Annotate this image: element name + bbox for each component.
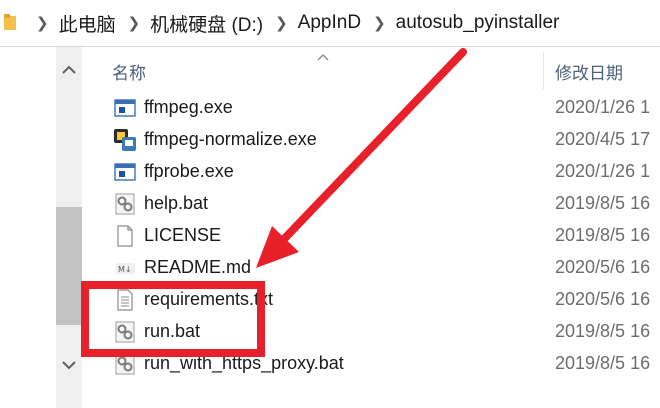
file-name: run.bat xyxy=(144,321,201,341)
scroll-down-button[interactable] xyxy=(56,350,82,380)
file-date: 2019/8/5 16 xyxy=(555,225,651,245)
chevron-right-icon[interactable]: ❯ xyxy=(373,14,386,32)
file-row[interactable]: ffmpeg.exe 2020/1/26 1 xyxy=(100,92,660,124)
breadcrumb-drive-d[interactable]: 机械硬盘 (D:) xyxy=(150,10,263,37)
file-date: 2020/4/5 17 xyxy=(555,129,651,149)
scroll-thumb[interactable] xyxy=(56,207,82,325)
file-date: 2020/1/26 1 xyxy=(555,161,651,181)
chevron-right-icon[interactable]: ❯ xyxy=(275,14,288,32)
python-exe-icon xyxy=(114,129,136,151)
file-row[interactable]: run.bat 2019/8/5 16 xyxy=(100,316,660,348)
text-file-icon xyxy=(117,289,133,311)
sort-ascending-icon xyxy=(317,54,329,61)
exe-window-icon xyxy=(114,163,136,181)
breadcrumb-autosub-pyinstaller[interactable]: autosub_pyinstaller xyxy=(396,12,560,34)
file-name: help.bat xyxy=(144,193,209,213)
file-row[interactable]: help.bat 2019/8/5 16 xyxy=(100,188,660,220)
address-bar[interactable]: ❯ 此电脑 ❯ 机械硬盘 (D:) ❯ AppInD ❯ autosub_pyi… xyxy=(0,0,660,47)
chevron-down-icon xyxy=(62,361,76,370)
file-row[interactable]: ffmpeg-normalize.exe 2020/4/5 17 xyxy=(100,124,660,156)
svg-text:M↓: M↓ xyxy=(118,265,132,274)
file-name: ffmpeg.exe xyxy=(144,97,233,117)
file-row[interactable]: LICENSE 2019/8/5 16 xyxy=(100,220,660,252)
file-date: 2020/1/26 1 xyxy=(555,97,651,117)
breadcrumb-appind[interactable]: AppInD xyxy=(298,12,361,34)
blank-file-icon xyxy=(117,225,133,247)
exe-window-icon xyxy=(114,99,136,117)
file-name: ffmpeg-normalize.exe xyxy=(144,129,317,149)
file-row[interactable]: M↓ README.md 2020/5/6 16 xyxy=(100,252,660,284)
file-date: 2019/8/5 16 xyxy=(555,193,651,213)
scroll-up-button[interactable] xyxy=(56,55,82,85)
column-divider[interactable] xyxy=(543,52,544,90)
chevron-up-icon xyxy=(62,65,76,74)
file-date: 2019/8/5 16 xyxy=(555,321,651,341)
folder-icon xyxy=(4,14,16,30)
markdown-icon: M↓ xyxy=(115,263,135,274)
file-name: requirements.txt xyxy=(144,289,274,309)
column-header-date-modified[interactable]: 修改日期 xyxy=(555,47,660,95)
file-name: LICENSE xyxy=(144,225,222,245)
file-date: 2020/5/6 16 xyxy=(555,257,651,277)
batch-gear-icon xyxy=(115,193,135,215)
file-date: 2019/8/5 16 xyxy=(555,353,651,373)
file-name: run_with_https_proxy.bat xyxy=(144,353,344,373)
file-name: ffprobe.exe xyxy=(144,161,234,181)
chevron-right-icon[interactable]: ❯ xyxy=(128,14,141,32)
breadcrumb: ❯ 此电脑 ❯ 机械硬盘 (D:) ❯ AppInD ❯ autosub_pyi… xyxy=(30,0,559,46)
file-date: 2020/5/6 16 xyxy=(555,289,651,309)
batch-gear-icon xyxy=(115,321,135,343)
file-row[interactable]: run_with_https_proxy.bat 2019/8/5 16 xyxy=(100,348,660,380)
breadcrumb-this-pc[interactable]: 此电脑 xyxy=(59,10,116,37)
nav-pane-scrollbar[interactable] xyxy=(56,47,82,408)
batch-gear-icon xyxy=(115,353,135,375)
file-row[interactable]: requirements.txt 2020/5/6 16 xyxy=(100,284,660,316)
navigation-pane xyxy=(0,47,56,408)
file-name: README.md xyxy=(144,257,252,277)
file-row[interactable]: ffprobe.exe 2020/1/26 1 xyxy=(100,156,660,188)
chevron-right-icon[interactable]: ❯ xyxy=(36,14,49,32)
